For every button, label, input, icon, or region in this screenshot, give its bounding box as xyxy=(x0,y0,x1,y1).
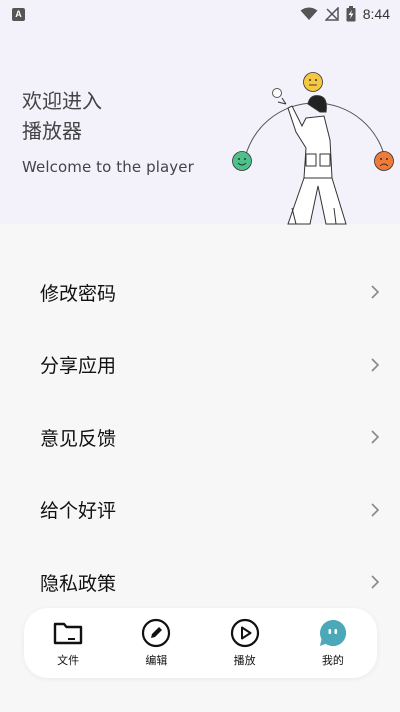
welcome-subtitle: Welcome to the player xyxy=(22,158,194,176)
menu-item-rate-app[interactable]: 给个好评 xyxy=(0,474,400,547)
settings-menu: 修改密码 分享应用 意见反馈 给个好评 隐私政策 xyxy=(0,256,400,619)
tab-label: 编辑 xyxy=(145,654,168,667)
clock-time: 8:44 xyxy=(362,6,390,22)
tab-label: 播放 xyxy=(233,654,256,667)
tab-label: 文件 xyxy=(57,654,80,667)
bottom-tab-bar: 文件 编辑 播放 我的 xyxy=(24,608,377,678)
tab-label: 我的 xyxy=(321,654,344,667)
person-figure xyxy=(277,95,347,225)
chevron-right-icon xyxy=(371,575,380,589)
menu-item-label: 给个好评 xyxy=(40,500,117,523)
menu-item-feedback[interactable]: 意见反馈 xyxy=(0,401,400,474)
welcome-title-line2: 播放器 xyxy=(22,119,82,143)
play-icon xyxy=(230,618,260,648)
app-notification-icon: A xyxy=(12,7,25,21)
menu-item-share-app[interactable]: 分享应用 xyxy=(0,329,400,402)
status-bar: A 8:44 xyxy=(0,0,400,28)
chevron-right-icon xyxy=(371,285,380,299)
menu-item-label: 隐私政策 xyxy=(40,572,117,595)
status-left: A xyxy=(12,7,25,21)
neutral-face-icon xyxy=(303,72,323,92)
tab-mine[interactable]: 我的 xyxy=(298,618,368,668)
menu-item-change-password[interactable]: 修改密码 xyxy=(0,256,400,329)
menu-item-label: 修改密码 xyxy=(40,282,117,305)
welcome-title: 欢迎进入 播放器 xyxy=(22,86,102,146)
welcome-title-line1: 欢迎进入 xyxy=(22,89,102,113)
edit-pencil-icon xyxy=(141,618,171,648)
profile-bubble-icon xyxy=(318,618,348,648)
sad-face-icon xyxy=(374,151,394,171)
no-signal-icon xyxy=(324,7,339,21)
wifi-icon xyxy=(300,7,318,21)
welcome-banner: 欢迎进入 播放器 Welcome to the player xyxy=(0,28,400,225)
tab-edit[interactable]: 编辑 xyxy=(121,618,191,668)
menu-item-label: 意见反馈 xyxy=(40,427,117,450)
folder-icon xyxy=(53,618,83,648)
welcome-illustration xyxy=(232,72,394,225)
chevron-right-icon xyxy=(371,430,380,444)
chevron-right-icon xyxy=(371,358,380,372)
chevron-right-icon xyxy=(371,503,380,517)
happy-face-icon xyxy=(232,151,252,171)
menu-item-label: 分享应用 xyxy=(40,355,117,378)
tab-play[interactable]: 播放 xyxy=(210,618,280,668)
battery-charging-icon xyxy=(346,6,356,22)
status-right: 8:44 xyxy=(300,6,390,22)
tab-files[interactable]: 文件 xyxy=(33,618,103,668)
